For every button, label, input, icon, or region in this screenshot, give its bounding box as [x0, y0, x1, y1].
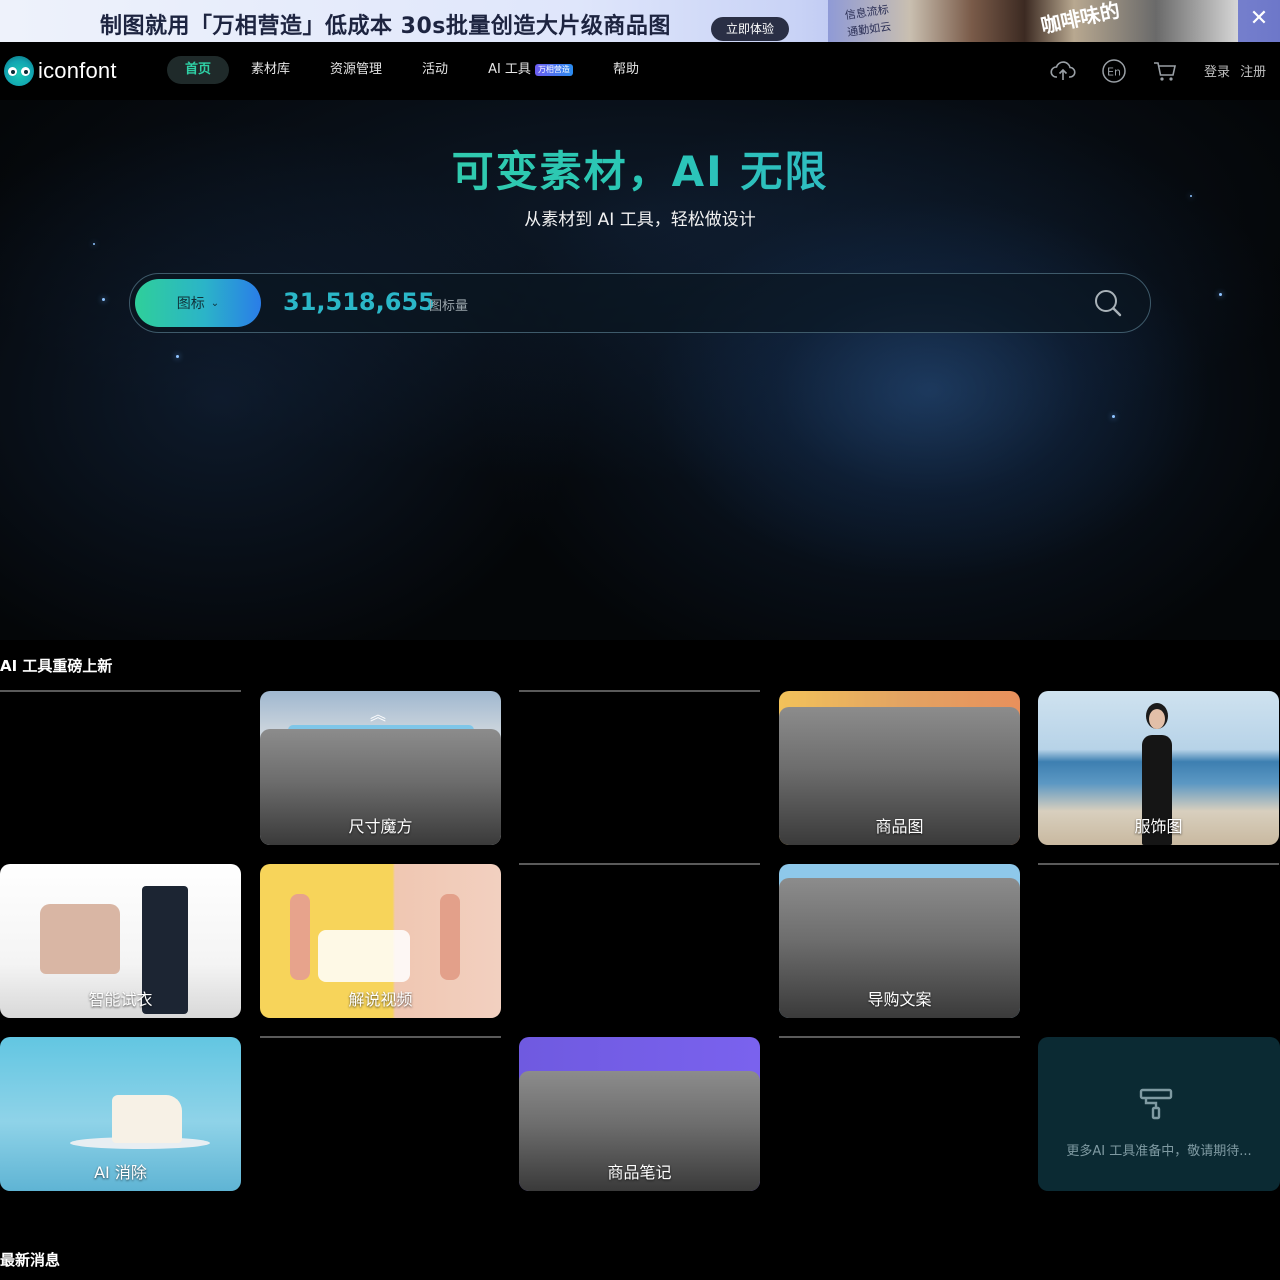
login-link[interactable]: 登录 — [1204, 65, 1230, 80]
close-icon[interactable]: ✕ — [1246, 6, 1272, 32]
cart-icon[interactable] — [1152, 58, 1178, 84]
tool-card-product-notes[interactable]: 商品笔记 — [519, 1037, 760, 1191]
logo[interactable]: iconfont — [4, 56, 117, 86]
nav-item-home[interactable]: 首页 — [167, 56, 230, 84]
star-decoration — [176, 355, 179, 358]
star-decoration — [1219, 293, 1222, 296]
icon-count-label: 图标量 — [429, 299, 469, 314]
tool-card-label: 商品图 — [875, 817, 924, 836]
tool-card-label: 导购文案 — [867, 990, 932, 1009]
auth-links: 登录 注册 — [1204, 61, 1266, 80]
nav-item-events[interactable]: 活动 — [404, 56, 466, 84]
banner-art-tag: 信息流标 通勤如云 — [844, 3, 892, 39]
search-type-dropdown[interactable]: 图标 ⌄ — [135, 279, 261, 327]
tool-card-label: AI 消除 — [94, 1163, 147, 1182]
register-link[interactable]: 注册 — [1240, 65, 1266, 80]
tool-card-virtual-tryon[interactable]: 智能试衣 — [0, 864, 241, 1018]
tool-card-ai-eraser[interactable]: AI 消除 — [0, 1037, 241, 1191]
hero-title: 可变素材，AI 无限 — [0, 138, 1280, 199]
chevron-up-icon: ︽ — [370, 705, 387, 724]
star-decoration — [1112, 415, 1115, 418]
nav-item-ai-tools[interactable]: AI 工具 万相营造 — [470, 56, 591, 84]
paint-roller-icon — [1139, 1088, 1173, 1120]
banner-text: 制图就用「万相营造」低成本 30s批量创造大片级商品图 — [100, 14, 671, 39]
logo-text: iconfont — [38, 58, 117, 83]
section-title-ai-tools: AI 工具重磅上新 — [0, 657, 113, 675]
tool-card-placeholder — [519, 690, 760, 692]
promo-banner[interactable]: 制图就用「万相营造」低成本 30s批量创造大片级商品图 立即体验 信息流标 通勤… — [0, 0, 1280, 42]
logo-mark-icon — [4, 56, 34, 86]
icon-count: 31,518,655 — [283, 288, 435, 316]
product-info-panel — [318, 930, 410, 982]
nav-badge: 万相营造 — [534, 64, 573, 76]
main-nav: 首页 素材库 资源管理 活动 AI 工具 万相营造 帮助 — [167, 56, 661, 84]
tool-card-label: 服饰图 — [1134, 817, 1183, 836]
language-en-icon[interactable]: En — [1101, 58, 1127, 84]
cake-image — [112, 1095, 182, 1143]
tool-card-placeholder — [779, 1036, 1020, 1038]
tool-card-shopping-copy[interactable]: 导购文案 — [779, 864, 1020, 1018]
top-header: iconfont 首页 素材库 资源管理 活动 AI 工具 万相营造 帮助 En … — [0, 42, 1280, 100]
search-type-label: 图标 — [176, 296, 205, 312]
tool-card-product-image[interactable]: 商品图 — [779, 691, 1020, 845]
tool-card-placeholder — [260, 1036, 501, 1038]
search-icon[interactable] — [1092, 287, 1124, 319]
nav-item-library[interactable]: 素材库 — [233, 56, 308, 84]
upload-cloud-icon[interactable] — [1050, 58, 1076, 84]
chevron-down-icon: ⌄ — [210, 297, 220, 309]
section-title-news: 最新消息 — [0, 1251, 61, 1269]
lipstick-image — [290, 894, 310, 980]
lipstick-image — [440, 894, 460, 980]
tool-card-label: 智能试衣 — [88, 990, 153, 1009]
tool-card-label: 商品笔记 — [607, 1163, 672, 1182]
nav-item-ai-tools-label: AI 工具 — [488, 62, 531, 77]
star-decoration — [102, 298, 105, 301]
tool-card-apparel-image[interactable]: 服饰图 — [1038, 691, 1279, 845]
search-bar: 图标 ⌄ 31,518,655 图标量 — [129, 273, 1151, 333]
tool-card-placeholder — [1038, 863, 1279, 865]
more-tools-text: 更多AI 工具准备中，敬请期待... — [1066, 1144, 1252, 1159]
banner-cta-button[interactable]: 立即体验 — [711, 17, 789, 41]
language-en-label: En — [1107, 66, 1121, 79]
hero-subtitle: 从素材到 AI 工具，轻松做设计 — [524, 210, 756, 230]
tool-card-label: 解说视频 — [348, 990, 413, 1009]
tshirt-image — [40, 904, 120, 974]
tool-card-explainer-video[interactable]: 解说视频 — [260, 864, 501, 1018]
nav-item-resources[interactable]: 资源管理 — [312, 56, 400, 84]
star-decoration — [93, 243, 95, 245]
nav-item-help[interactable]: 帮助 — [595, 56, 657, 84]
tool-card-placeholder — [0, 690, 241, 692]
tool-card-label: 尺寸魔方 — [348, 817, 413, 836]
tool-card-placeholder — [519, 863, 760, 865]
tool-card-size-cube[interactable]: ︽ 尺寸魔方 — [260, 691, 501, 845]
